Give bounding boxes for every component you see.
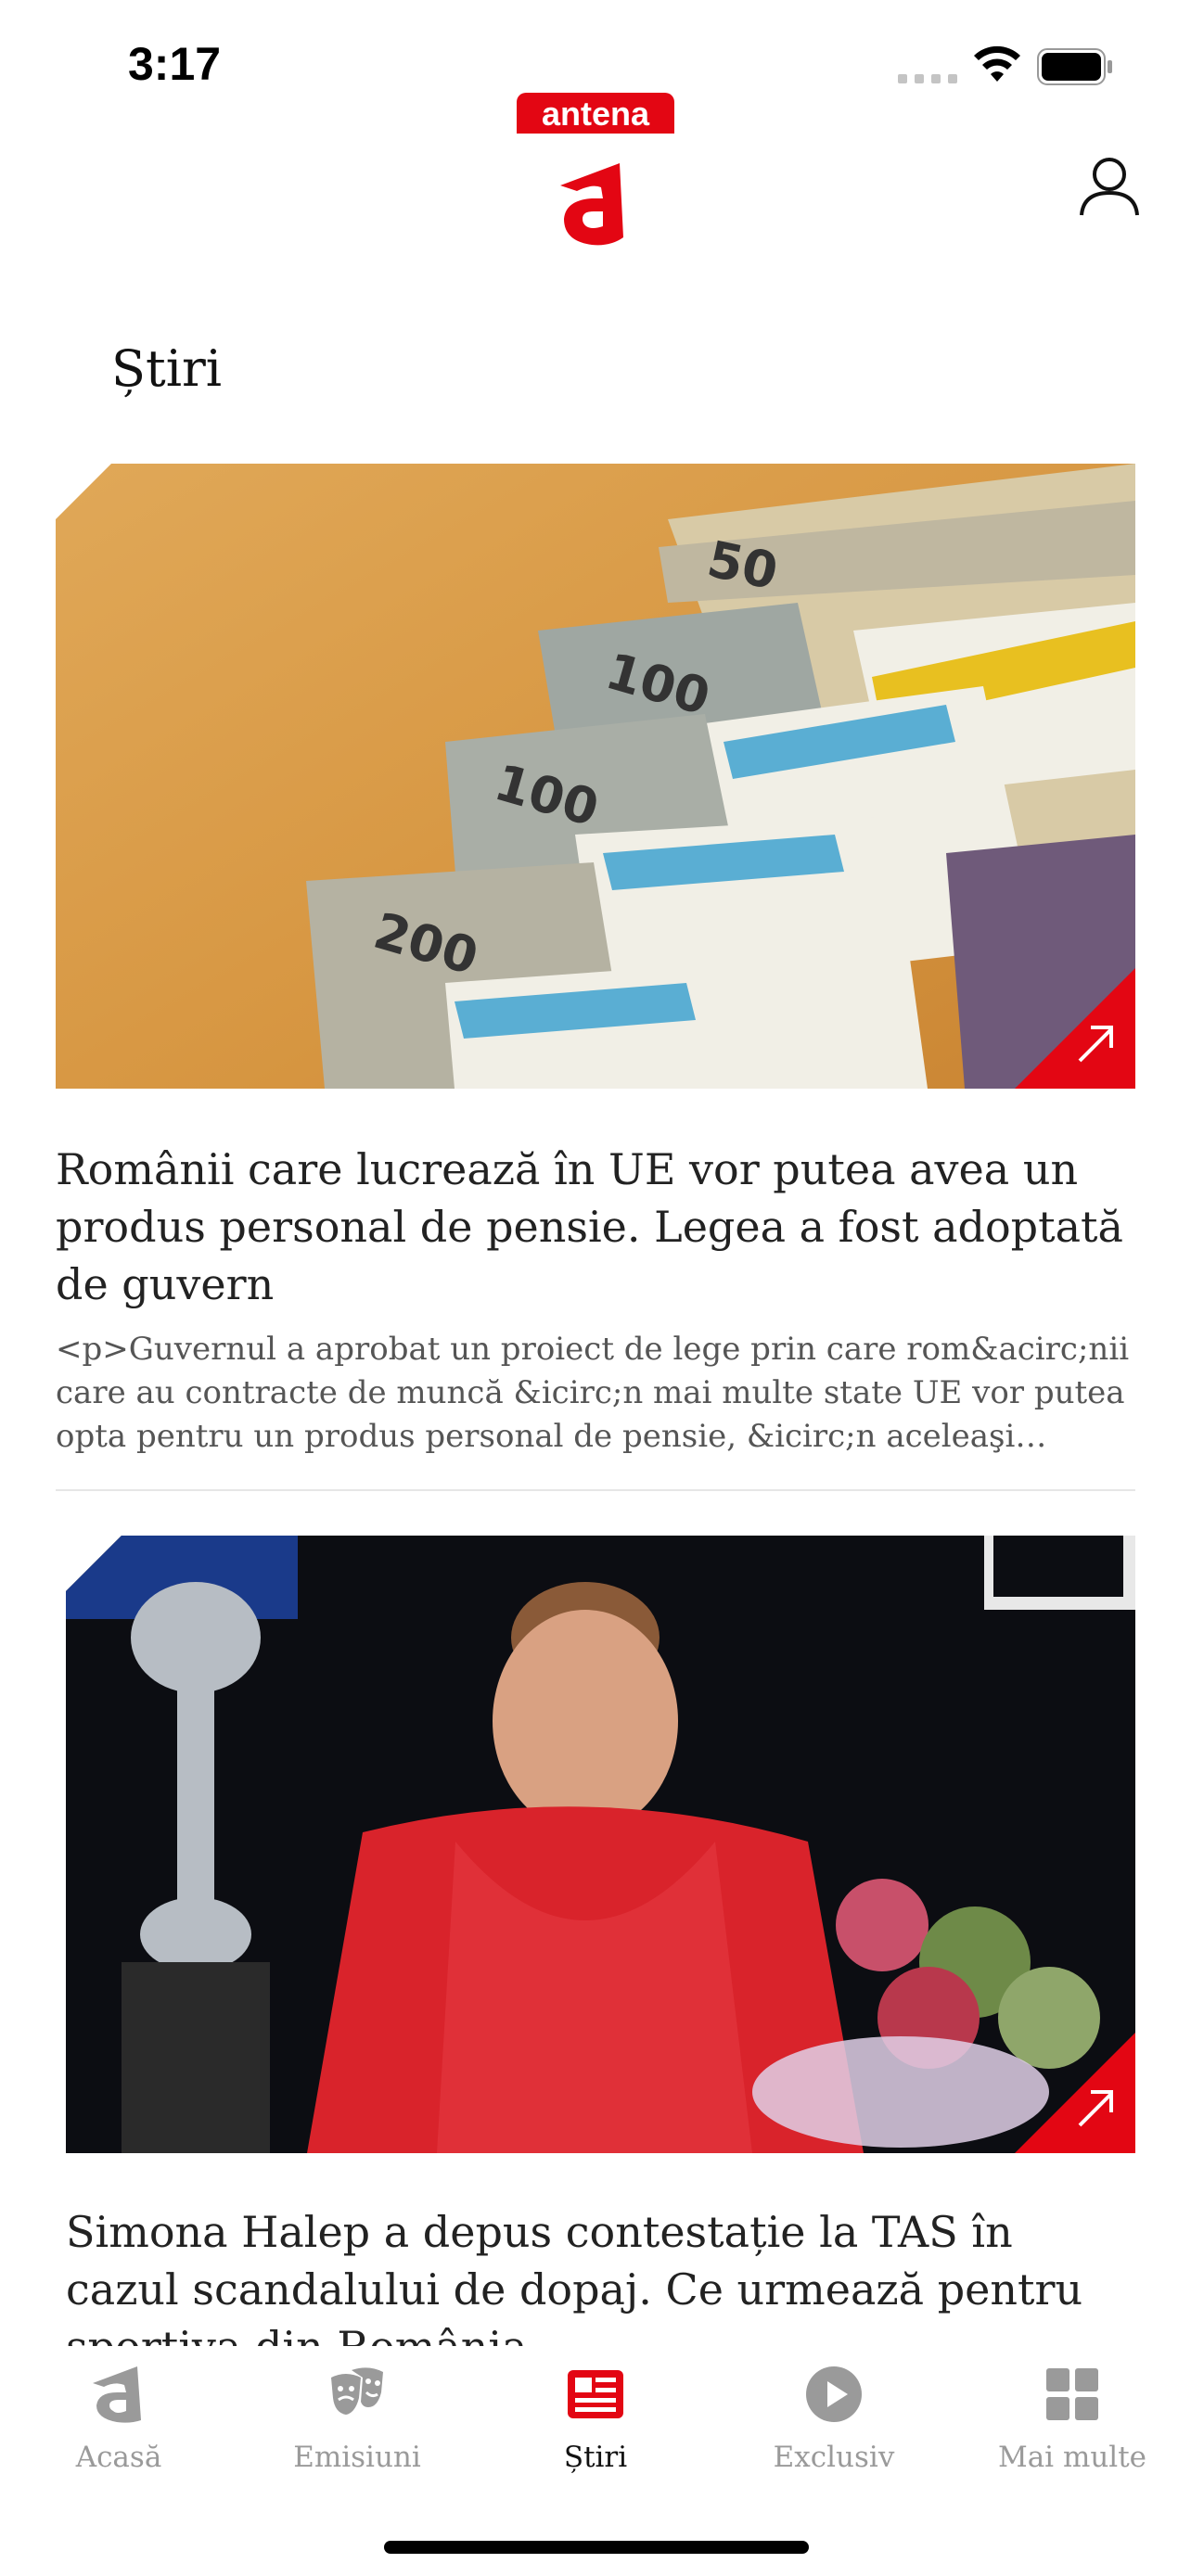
tab-exclusiv[interactable]: Exclusiv [715, 2346, 953, 2494]
battery-icon [1037, 48, 1112, 85]
tab-emisiuni[interactable]: Emisiuni [238, 2346, 476, 2494]
grid-icon [1046, 2368, 1098, 2420]
antena-logo-icon[interactable] [555, 158, 638, 247]
account-button[interactable] [1076, 152, 1143, 219]
article-image-banknotes[interactable]: 50 100 100 200 [56, 464, 1135, 1089]
home-indicator[interactable] [384, 2541, 809, 2554]
app-header: antena [0, 93, 1191, 269]
article-excerpt: <p>Guvernul a aprobat un proiect de lege… [56, 1331, 1130, 1455]
article-divider [56, 1489, 1135, 1491]
tab-mai-multe[interactable]: Mai multe [954, 2346, 1191, 2494]
open-article-arrow-icon[interactable] [1015, 2033, 1135, 2153]
article-card[interactable]: 50 100 100 200 Românii care lucrează în … [56, 464, 1135, 1459]
status-time: 3:17 [128, 38, 222, 90]
home-a-icon [93, 2366, 141, 2423]
article-image-tennis[interactable] [66, 1536, 1135, 2153]
tab-label: Emisiuni [293, 2441, 421, 2474]
banknotes-photo: 50 100 100 200 [56, 464, 1135, 1089]
tab-acasa[interactable]: Acasă [0, 2346, 237, 2494]
tab-stiri[interactable]: Știri [477, 2346, 714, 2494]
newspaper-icon [568, 2370, 623, 2418]
tab-label: Știri [563, 2441, 628, 2474]
antena-logo-text: antena [517, 93, 674, 134]
tab-label: Acasă [75, 2441, 162, 2474]
play-circle-icon [806, 2366, 862, 2422]
article-card[interactable]: Simona Halep a depus contestație la TAS … [66, 1536, 1135, 2376]
user-icon [1080, 158, 1139, 216]
wifi-icon [974, 45, 1020, 82]
theater-masks-icon [331, 2367, 383, 2415]
page-title: Știri [111, 339, 223, 398]
tennis-player-photo [66, 1536, 1135, 2153]
cellular-signal-icon [898, 74, 957, 85]
tab-label: Mai multe [997, 2441, 1147, 2474]
article-headline[interactable]: Românii care lucrează în UE vor putea av… [56, 1141, 1135, 1313]
tab-label: Exclusiv [773, 2441, 895, 2474]
open-article-arrow-icon[interactable] [1015, 968, 1135, 1089]
